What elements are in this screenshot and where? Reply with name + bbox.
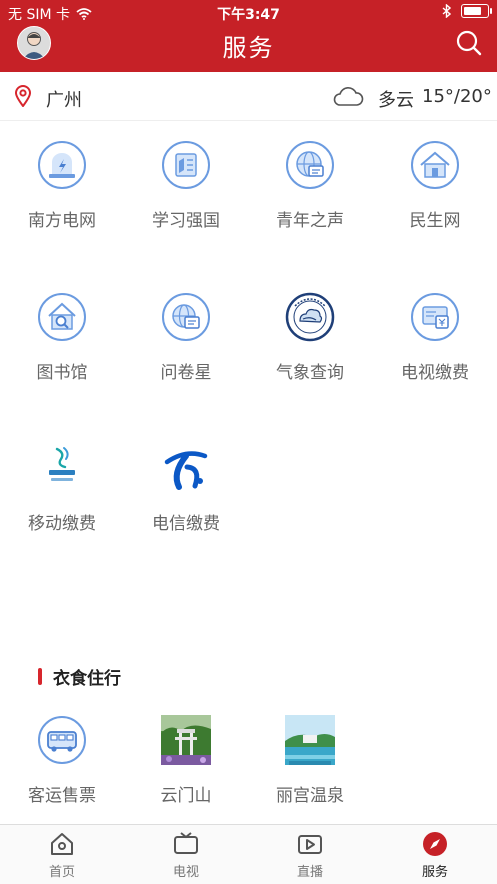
service-item-wenjuanxing[interactable]: 问卷星 bbox=[124, 292, 248, 402]
home-icon bbox=[411, 141, 459, 189]
bottom-tab-bar: 首页 电视 直播 服务 bbox=[0, 824, 497, 884]
yunmen-mountain-thumb bbox=[161, 715, 211, 765]
tv-payment-icon bbox=[411, 293, 459, 341]
tab-tv[interactable]: 电视 bbox=[124, 831, 248, 880]
service-label: 民生网 bbox=[409, 211, 461, 231]
weather-condition: 多云 bbox=[378, 90, 414, 111]
service-item-youth-voice[interactable]: 青年之声 bbox=[248, 140, 372, 250]
service-label: 气象查询 bbox=[276, 363, 344, 383]
home-tab-icon bbox=[51, 833, 73, 855]
service-item-weather-query[interactable]: 气象查询 bbox=[248, 292, 372, 402]
service-label: 电视缴费 bbox=[401, 363, 469, 383]
service-label: 移动缴费 bbox=[28, 514, 96, 534]
section-header: 衣食住行 bbox=[38, 664, 121, 689]
service-label: 电信缴费 bbox=[152, 514, 220, 534]
section-accent-bar bbox=[38, 668, 42, 685]
youth-voice-globe-icon bbox=[286, 141, 334, 189]
temperature: 15°/20° bbox=[422, 86, 492, 107]
service-item-xuexi[interactable]: 学习强国 bbox=[124, 140, 248, 250]
service-label: 图书馆 bbox=[36, 363, 88, 383]
live-tab-icon bbox=[298, 835, 322, 854]
battery-icon bbox=[461, 4, 492, 18]
service-item-mobile-payment[interactable]: 移动缴费 bbox=[0, 443, 124, 553]
status-bar: 无 SIM 卡 下午3:47 bbox=[0, 0, 497, 24]
page-title: 服务 bbox=[222, 34, 275, 62]
power-grid-icon bbox=[38, 141, 86, 189]
service-label: 学习强国 bbox=[152, 211, 220, 231]
library-search-icon bbox=[38, 293, 86, 341]
survey-globe-icon bbox=[162, 293, 210, 341]
app-header: 无 SIM 卡 下午3:47 服务 bbox=[0, 0, 497, 72]
service-label: 问卷星 bbox=[160, 363, 212, 383]
meteorology-seal-icon bbox=[285, 292, 335, 342]
section-title: 衣食住行 bbox=[53, 669, 121, 689]
service-item-south-grid[interactable]: 南方电网 bbox=[0, 140, 124, 250]
tab-label: 首页 bbox=[48, 865, 75, 880]
status-time: 下午3:47 bbox=[217, 7, 280, 23]
service-item-library[interactable]: 图书馆 bbox=[0, 292, 124, 402]
travel-label: 客运售票 bbox=[28, 786, 96, 806]
service-item-minsheng[interactable]: 民生网 bbox=[373, 140, 497, 250]
service-item-tv-payment[interactable]: 电视缴费 bbox=[373, 292, 497, 402]
bus-icon bbox=[38, 716, 86, 764]
travel-label: 丽宫温泉 bbox=[276, 786, 344, 806]
tab-live[interactable]: 直播 bbox=[248, 831, 372, 880]
travel-item-ligong-hotspring[interactable]: 丽宫温泉 bbox=[248, 715, 372, 825]
city-name[interactable]: 广州 bbox=[46, 86, 82, 112]
compass-tab-icon bbox=[423, 832, 447, 856]
service-item-telecom-payment[interactable]: 电信缴费 bbox=[124, 443, 248, 553]
cloud-icon bbox=[333, 87, 364, 106]
tab-service[interactable]: 服务 bbox=[373, 831, 497, 880]
service-label: 南方电网 bbox=[28, 211, 96, 231]
tab-label: 电视 bbox=[172, 865, 199, 880]
service-label: 青年之声 bbox=[276, 211, 344, 231]
china-telecom-logo bbox=[164, 451, 208, 490]
tab-label: 直播 bbox=[296, 865, 323, 880]
location-pin-icon[interactable] bbox=[14, 85, 32, 107]
travel-item-yunmen-mountain[interactable]: 云门山 bbox=[124, 715, 248, 825]
tv-tab-icon bbox=[174, 832, 198, 854]
search-icon[interactable] bbox=[455, 29, 483, 57]
ligong-hotspring-thumb bbox=[285, 715, 335, 765]
travel-item-bus-ticket[interactable]: 客运售票 bbox=[0, 715, 124, 825]
bluetooth-icon bbox=[442, 4, 451, 18]
tab-home[interactable]: 首页 bbox=[0, 831, 124, 880]
china-mobile-logo bbox=[49, 447, 75, 481]
location-weather-bar: 广州 多云 15°/20° bbox=[0, 72, 497, 121]
tab-label: 服务 bbox=[421, 865, 448, 880]
travel-label: 云门山 bbox=[160, 786, 212, 806]
study-book-icon bbox=[162, 141, 210, 189]
